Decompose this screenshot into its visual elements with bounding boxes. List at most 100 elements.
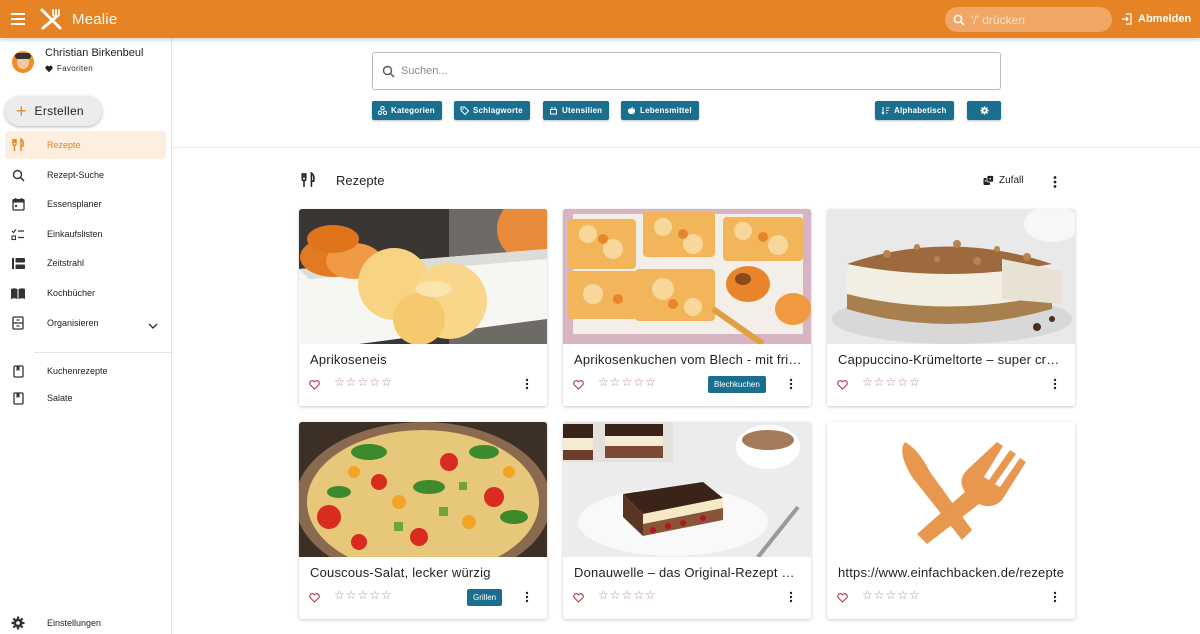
random-label: Zufall bbox=[999, 175, 1024, 186]
recipe-card[interactable]: Cappuccino-Krümeltorte – super cremig ☆☆… bbox=[827, 209, 1075, 406]
recipe-name[interactable]: Aprikoseneis bbox=[310, 352, 538, 367]
menu-icon[interactable] bbox=[0, 0, 36, 38]
search-icon bbox=[5, 169, 31, 182]
sidebar-item-label: Essensplaner bbox=[47, 199, 102, 209]
sort-button[interactable]: Alphabetisch bbox=[875, 101, 954, 120]
sidebar-item-meal-planner[interactable]: Essensplaner bbox=[5, 190, 166, 218]
heart-outline-icon[interactable] bbox=[573, 377, 584, 395]
content-divider bbox=[172, 147, 1200, 148]
more-vert-icon[interactable] bbox=[1051, 590, 1059, 608]
sidebar-item-recipes[interactable]: Rezepte bbox=[5, 131, 166, 159]
favorites-label: Favoriten bbox=[57, 64, 94, 73]
star-rating[interactable]: ☆☆☆☆☆ bbox=[598, 588, 657, 602]
star-rating[interactable]: ☆☆☆☆☆ bbox=[598, 375, 657, 389]
cabinet-icon bbox=[5, 316, 31, 330]
sidebar-item-label: Einstellungen bbox=[47, 618, 102, 628]
recipe-image[interactable] bbox=[563, 422, 811, 557]
recipe-name[interactable]: Aprikosenkuchen vom Blech - mit frischen… bbox=[574, 352, 802, 367]
more-vert-icon[interactable] bbox=[1051, 377, 1059, 395]
recipe-image[interactable] bbox=[299, 422, 547, 557]
heart-outline-icon[interactable] bbox=[837, 590, 848, 608]
recipe-name[interactable]: https://www.einfachbacken.de/rezepte bbox=[838, 565, 1066, 580]
search-icon bbox=[382, 65, 395, 78]
recipe-card[interactable]: https://www.einfachbacken.de/rezepte ☆☆☆… bbox=[827, 422, 1075, 619]
recipe-tag-badge[interactable]: Grillen bbox=[467, 589, 503, 606]
book-open-icon bbox=[5, 287, 31, 300]
book-icon bbox=[5, 364, 31, 378]
user-profile[interactable]: Christian Birkenbeul Favoriten bbox=[12, 46, 143, 73]
fork-knife-icon bbox=[301, 171, 315, 187]
gear-icon bbox=[979, 106, 989, 115]
sidebar-item-label: Organisieren bbox=[47, 318, 99, 328]
favorites-link[interactable]: Favoriten bbox=[45, 64, 143, 73]
more-vert-icon[interactable] bbox=[523, 377, 531, 395]
filter-categories-button[interactable]: Kategorien bbox=[372, 101, 442, 120]
mealie-logo-icon[interactable] bbox=[38, 6, 64, 32]
recipe-image[interactable] bbox=[827, 209, 1075, 344]
categories-icon bbox=[378, 106, 387, 115]
more-vert-icon[interactable] bbox=[1050, 175, 1060, 194]
dice-icon bbox=[983, 175, 994, 185]
app-title[interactable]: Mealie bbox=[72, 11, 117, 28]
sidebar-item-label: Kuchenrezepte bbox=[47, 366, 108, 376]
search-placeholder: Suchen... bbox=[401, 65, 448, 77]
filter-foods-button[interactable]: Lebensmittel bbox=[621, 101, 699, 120]
heart-outline-icon[interactable] bbox=[309, 377, 320, 395]
sidebar-item-recipe-search[interactable]: Rezept-Suche bbox=[5, 161, 166, 189]
filter-tags-button[interactable]: Schlagworte bbox=[454, 101, 530, 120]
global-search-placeholder: '/' drücken bbox=[971, 12, 1025, 27]
recipe-card[interactable]: Aprikoseneis ☆☆☆☆☆ bbox=[299, 209, 547, 406]
avatar bbox=[12, 51, 34, 73]
more-vert-icon[interactable] bbox=[787, 590, 795, 608]
random-recipe-button[interactable]: Zufall bbox=[983, 175, 1023, 186]
filter-tools-button[interactable]: Utensilien bbox=[543, 101, 610, 120]
more-vert-icon[interactable] bbox=[523, 590, 531, 608]
recipe-name[interactable]: Cappuccino-Krümeltorte – super cremig bbox=[838, 352, 1066, 367]
sidebar-item-shopping-lists[interactable]: Einkaufslisten bbox=[5, 220, 166, 248]
recipe-card[interactable]: Aprikosenkuchen vom Blech - mit frischen… bbox=[563, 209, 811, 406]
timeline-icon bbox=[5, 257, 31, 270]
search-settings-button[interactable] bbox=[967, 101, 1001, 120]
sidebar-item-label: Zeitstrahl bbox=[47, 258, 85, 268]
recipe-name[interactable]: Donauwelle – das Original-Rezept mit Kir… bbox=[574, 565, 802, 580]
section-header: Rezepte bbox=[300, 171, 384, 189]
sort-icon bbox=[881, 107, 890, 115]
star-rating[interactable]: ☆☆☆☆☆ bbox=[334, 588, 393, 602]
sidebar-item-settings[interactable]: Einstellungen bbox=[5, 609, 166, 634]
sidebar: Christian Birkenbeul Favoriten + Erstell… bbox=[0, 38, 172, 634]
heart-outline-icon[interactable] bbox=[573, 590, 584, 608]
sidebar-item-cookbooks[interactable]: Kochbücher bbox=[5, 279, 166, 307]
logout-icon bbox=[1122, 13, 1132, 25]
section-title: Rezepte bbox=[336, 172, 385, 188]
chip-label: Kategorien bbox=[391, 106, 435, 115]
sidebar-item-organize[interactable]: Organisieren bbox=[5, 309, 166, 337]
create-label: Erstellen bbox=[34, 104, 84, 118]
global-search-input[interactable]: '/' drücken bbox=[945, 7, 1112, 32]
sidebar-item-cookbook-cakes[interactable]: Kuchenrezepte bbox=[5, 357, 166, 385]
star-rating[interactable]: ☆☆☆☆☆ bbox=[862, 375, 921, 389]
recipe-tag-badge[interactable]: Blechkuchen bbox=[708, 376, 766, 393]
heart-outline-icon[interactable] bbox=[837, 377, 848, 395]
recipe-image[interactable] bbox=[563, 209, 811, 344]
sidebar-item-timeline[interactable]: Zeitstrahl bbox=[5, 249, 166, 277]
heart-icon bbox=[45, 65, 53, 72]
recipe-image[interactable] bbox=[299, 209, 547, 344]
recipe-card[interactable]: Donauwelle – das Original-Rezept mit Kir… bbox=[563, 422, 811, 619]
star-rating[interactable]: ☆☆☆☆☆ bbox=[334, 375, 393, 389]
sidebar-item-label: Kochbücher bbox=[47, 288, 96, 298]
recipe-search-input[interactable]: Suchen... bbox=[372, 52, 1001, 90]
recipe-name[interactable]: Couscous-Salat, lecker würzig bbox=[310, 565, 538, 580]
chip-label: Utensilien bbox=[562, 106, 603, 115]
sidebar-item-cookbook-salads[interactable]: Salate bbox=[5, 384, 166, 412]
logout-button[interactable]: Abmelden bbox=[1121, 0, 1191, 38]
calendar-icon bbox=[5, 197, 31, 211]
chevron-down-icon[interactable] bbox=[148, 317, 158, 335]
recipe-placeholder-image[interactable] bbox=[827, 422, 1075, 557]
heart-outline-icon[interactable] bbox=[309, 590, 320, 608]
recipe-card[interactable]: Couscous-Salat, lecker würzig ☆☆☆☆☆ Gril… bbox=[299, 422, 547, 619]
checklist-icon bbox=[5, 228, 31, 241]
star-rating[interactable]: ☆☆☆☆☆ bbox=[862, 588, 921, 602]
sidebar-item-label: Rezepte bbox=[47, 140, 81, 150]
more-vert-icon[interactable] bbox=[787, 377, 795, 395]
create-button[interactable]: + Erstellen bbox=[5, 96, 102, 126]
